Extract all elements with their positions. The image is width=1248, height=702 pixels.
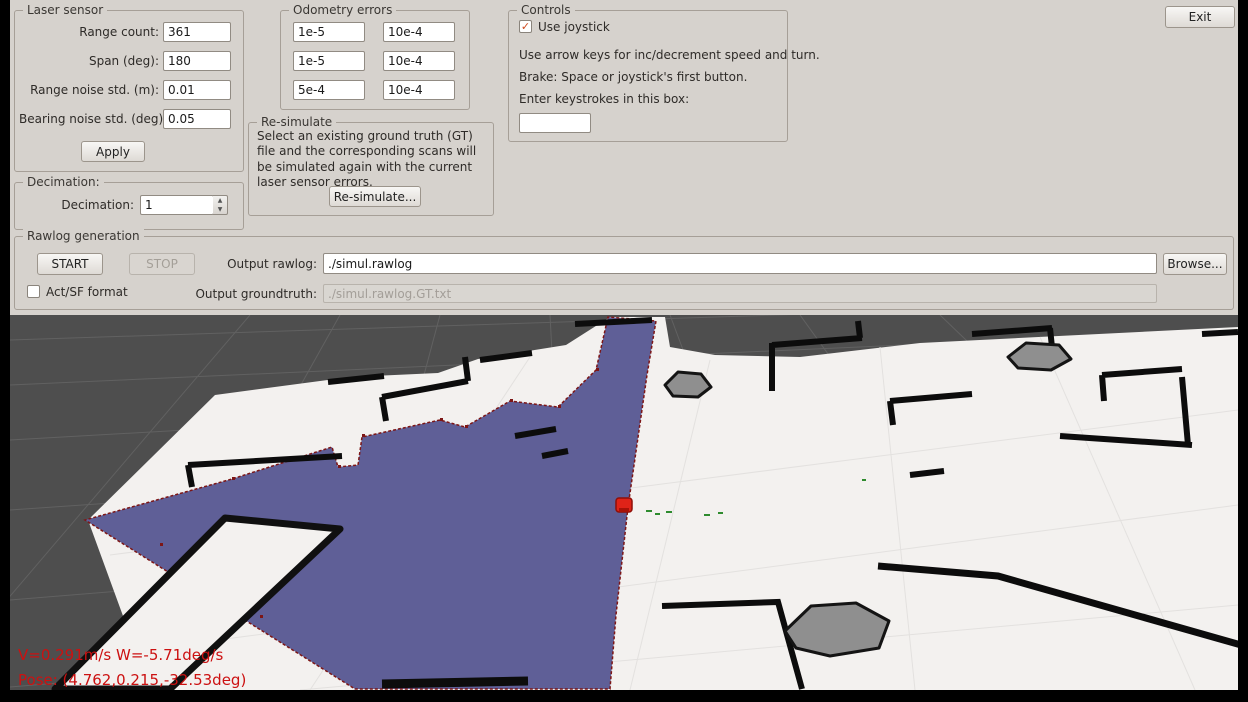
output-rawlog-label: Output rawlog: (195, 257, 317, 271)
screen: { "window": { "exit_label": "Exit" }, "l… (0, 0, 1248, 702)
actsf-checkbox[interactable] (27, 285, 40, 298)
resimulate-group: Re-simulate Select an existing ground tr… (248, 122, 494, 216)
rawlog-generation-title: Rawlog generation (23, 229, 144, 243)
decimation-label: Decimation: (19, 198, 134, 212)
controls-line1: Use arrow keys for inc/decrement speed a… (519, 48, 820, 62)
controls-line3: Enter keystrokes in this box: (519, 92, 689, 106)
rawlog-generation-group: Rawlog generation START STOP Output rawl… (14, 236, 1234, 310)
robot-marker (616, 498, 632, 512)
span-label: Span (deg): (19, 54, 159, 68)
resimulate-title: Re-simulate (257, 115, 336, 129)
simulation-3d-viewport[interactable]: V=0.291m/s W=-5.71deg/s Pose: (4.762,0.2… (10, 315, 1238, 690)
resimulate-button[interactable]: Re-simulate... (329, 186, 421, 207)
controls-line2: Brake: Space or joystick's first button. (519, 70, 747, 84)
odometry-input-r1-left[interactable] (293, 51, 365, 71)
odometry-input-r2-left[interactable] (293, 80, 365, 100)
browse-button[interactable]: Browse... (1163, 253, 1227, 275)
range-count-input[interactable] (163, 22, 231, 42)
output-rawlog-input[interactable] (323, 253, 1157, 274)
odometry-input-r0-left[interactable] (293, 22, 365, 42)
decimation-group: Decimation: Decimation: ▲ ▼ (14, 182, 244, 230)
bearing-noise-label: Bearing noise std. (deg): (19, 112, 159, 126)
spinner-up-icon[interactable]: ▲ (213, 196, 227, 205)
check-icon: ✓ (521, 20, 530, 33)
use-joystick-label: Use joystick (538, 20, 610, 34)
decimation-input[interactable] (140, 195, 214, 215)
pose-status-text: Pose: (4.762,0.215,-32.53deg) (18, 671, 246, 689)
decimation-stepper[interactable]: ▲ ▼ (213, 195, 228, 215)
stop-button[interactable]: STOP (129, 253, 195, 275)
resimulate-description: Select an existing ground truth (GT) fil… (257, 129, 485, 190)
spinner-down-icon[interactable]: ▼ (213, 205, 227, 214)
odometry-errors-group: Odometry errors (280, 10, 470, 110)
actsf-label: Act/SF format (46, 285, 128, 299)
bearing-noise-input[interactable] (163, 109, 231, 129)
odometry-input-r1-right[interactable] (383, 51, 455, 71)
odometry-input-r0-right[interactable] (383, 22, 455, 42)
span-input[interactable] (163, 51, 231, 71)
controls-group: Controls ✓ Use joystick Use arrow keys f… (508, 10, 788, 142)
odometry-input-r2-right[interactable] (383, 80, 455, 100)
output-groundtruth-input (323, 284, 1157, 303)
app-window: Laser sensor Range count: Span (deg): Ra… (10, 0, 1238, 690)
decimation-group-title: Decimation: (23, 175, 104, 189)
exit-button[interactable]: Exit (1165, 6, 1235, 28)
laser-sensor-group: Laser sensor Range count: Span (deg): Ra… (14, 10, 244, 172)
controls-title: Controls (517, 3, 575, 17)
laser-sensor-title: Laser sensor (23, 3, 107, 17)
range-count-label: Range count: (19, 25, 159, 39)
scene-canvas (10, 315, 1238, 690)
keystroke-input[interactable] (519, 113, 591, 133)
odometry-errors-title: Odometry errors (289, 3, 396, 17)
velocity-status-text: V=0.291m/s W=-5.71deg/s (18, 646, 223, 664)
start-button[interactable]: START (37, 253, 103, 275)
output-groundtruth-label: Output groundtruth: (195, 287, 317, 301)
range-noise-input[interactable] (163, 80, 231, 100)
use-joystick-checkbox[interactable]: ✓ (519, 20, 532, 33)
settings-panel: Laser sensor Range count: Span (deg): Ra… (10, 0, 1238, 315)
apply-button[interactable]: Apply (81, 141, 145, 162)
range-noise-label: Range noise std. (m): (19, 83, 159, 97)
